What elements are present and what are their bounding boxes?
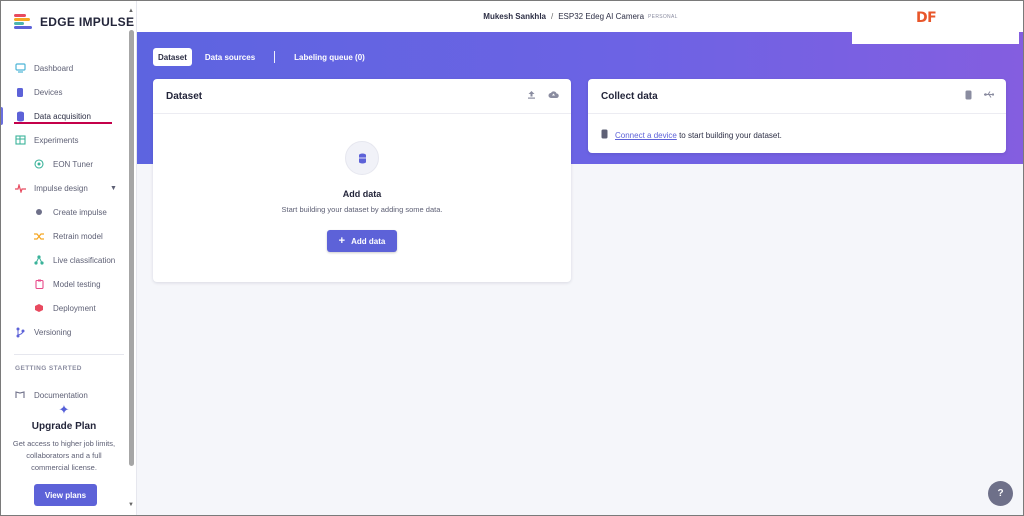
upload-icon[interactable] [527, 90, 536, 101]
sparkle-icon: ✦ [58, 402, 70, 417]
sidebar-divider [14, 354, 124, 355]
dataset-card: Dataset Add data Start building your dat… [153, 79, 571, 282]
device-icon [601, 129, 608, 141]
nodes-icon [33, 254, 45, 266]
upgrade-plan-panel: ✦ Upgrade Plan Get access to higher job … [0, 398, 128, 516]
sidebar-item-versioning[interactable]: Versioning [0, 320, 128, 344]
edge-impulse-logo-icon [14, 14, 33, 30]
scroll-up-icon[interactable]: ▲ [128, 8, 134, 14]
dataset-card-header: Dataset [153, 79, 571, 114]
connect-device-suffix: to start building your dataset. [679, 130, 782, 140]
dot-icon [33, 206, 45, 218]
tuner-icon [33, 158, 45, 170]
app-name: EDGE IMPULSE [40, 15, 135, 29]
collect-tools [965, 90, 994, 102]
connect-device-text: Connect a device to start building your … [615, 131, 782, 140]
sidebar-item-live-classification[interactable]: Live classification [0, 248, 128, 272]
box-icon [33, 302, 45, 314]
breadcrumb-project[interactable]: ESP32 Edeg AI Camera [558, 12, 644, 21]
sidebar-scrollbar[interactable]: ▲ ▼ [128, 8, 134, 508]
clipboard-icon [33, 278, 45, 290]
sidebar-item-label: EON Tuner [53, 159, 94, 169]
dataset-tools [527, 90, 559, 101]
tab-bar: Dataset Data sources Labeling queue (0) [153, 48, 370, 66]
breadcrumb-user[interactable]: Mukesh Sankhla [483, 12, 546, 21]
database-icon [14, 110, 26, 122]
shuffle-icon [33, 230, 45, 242]
branch-icon [14, 326, 26, 338]
breadcrumb-separator: / [550, 12, 554, 21]
collect-card-title: Collect data [601, 90, 658, 102]
sidebar-item-devices[interactable]: Devices [0, 80, 128, 104]
section-label-getting-started: GETTING STARTED [15, 365, 82, 372]
sidebar-item-label: Versioning [34, 327, 72, 337]
sidebar-item-label: Experiments [34, 135, 79, 145]
sidebar-item-create-impulse[interactable]: Create impulse [0, 200, 128, 224]
sidebar-item-deployment[interactable]: Deployment [0, 296, 128, 320]
sidebar-item-label: Retrain model [53, 231, 103, 241]
sidebar-item-label: Impulse design [34, 183, 88, 193]
sidebar-item-label: Create impulse [53, 207, 107, 217]
table-icon [14, 134, 26, 146]
monitor-icon [14, 62, 26, 74]
sidebar-item-label: Dashboard [34, 63, 74, 73]
upgrade-title: Upgrade Plan [31, 421, 97, 432]
scroll-down-icon[interactable]: ▼ [128, 502, 134, 508]
sidebar-item-dashboard[interactable]: Dashboard [0, 56, 128, 80]
sidebar-item-label: Deployment [53, 303, 96, 313]
tab-data-sources[interactable]: Data sources [200, 48, 260, 66]
sidebar-item-label: Data acquisition [34, 111, 91, 121]
help-button[interactable]: ? [988, 481, 1013, 506]
device-icon[interactable] [965, 90, 972, 102]
cloud-upload-icon[interactable] [548, 90, 559, 101]
empty-state-title: Add data [342, 189, 382, 199]
collect-data-card: Collect data Connect a device to start b… [588, 79, 1006, 153]
app-logo[interactable]: EDGE IMPULSE [14, 14, 134, 30]
sidebar-item-data-acquisition[interactable]: Data acquisition [0, 104, 128, 128]
dataset-empty-state: Add data Start building your dataset by … [153, 141, 571, 214]
sidebar-item-eon-tuner[interactable]: EON Tuner [0, 152, 128, 176]
sidebar-item-model-testing[interactable]: Model testing [0, 272, 128, 296]
active-item-underline [14, 122, 112, 124]
empty-state-text: Start building your dataset by adding so… [281, 205, 443, 214]
sidebar-item-label: Live classification [53, 255, 116, 265]
tab-divider [274, 51, 276, 63]
df-logo: DF [916, 10, 937, 26]
sidebar-nav: Dashboard Devices Data acquisition Exper… [0, 56, 128, 344]
pulse-icon [14, 182, 26, 194]
plan-badge: PERSONAL [648, 14, 678, 20]
tab-labeling-queue[interactable]: Labeling queue (0) [289, 48, 370, 66]
connect-device-link[interactable]: Connect a device [615, 131, 677, 140]
database-icon [345, 141, 379, 175]
tab-dataset[interactable]: Dataset [153, 48, 192, 66]
connect-device-message: Connect a device to start building your … [601, 129, 782, 141]
scrollbar-thumb[interactable] [129, 30, 134, 466]
add-data-button[interactable]: + Add data [327, 230, 397, 252]
plus-icon: + [338, 235, 346, 247]
view-plans-button[interactable]: View plans [34, 484, 97, 506]
dataset-card-title: Dataset [166, 90, 203, 102]
sidebar: EDGE IMPULSE Dashboard Devices Data acqu… [0, 0, 137, 516]
device-icon [14, 86, 26, 98]
collect-card-header: Collect data [588, 79, 1006, 114]
sidebar-item-label: Devices [34, 87, 63, 97]
add-data-label: Add data [351, 236, 386, 246]
sidebar-item-impulse-design[interactable]: Impulse design ▼ [0, 176, 128, 200]
usb-icon[interactable] [984, 90, 994, 102]
upgrade-text: Get access to higher job limits, collabo… [12, 439, 116, 472]
sidebar-item-label: Model testing [53, 279, 101, 289]
chevron-down-icon[interactable]: ▼ [110, 185, 117, 192]
sidebar-item-experiments[interactable]: Experiments [0, 128, 128, 152]
sidebar-item-retrain-model[interactable]: Retrain model [0, 224, 128, 248]
